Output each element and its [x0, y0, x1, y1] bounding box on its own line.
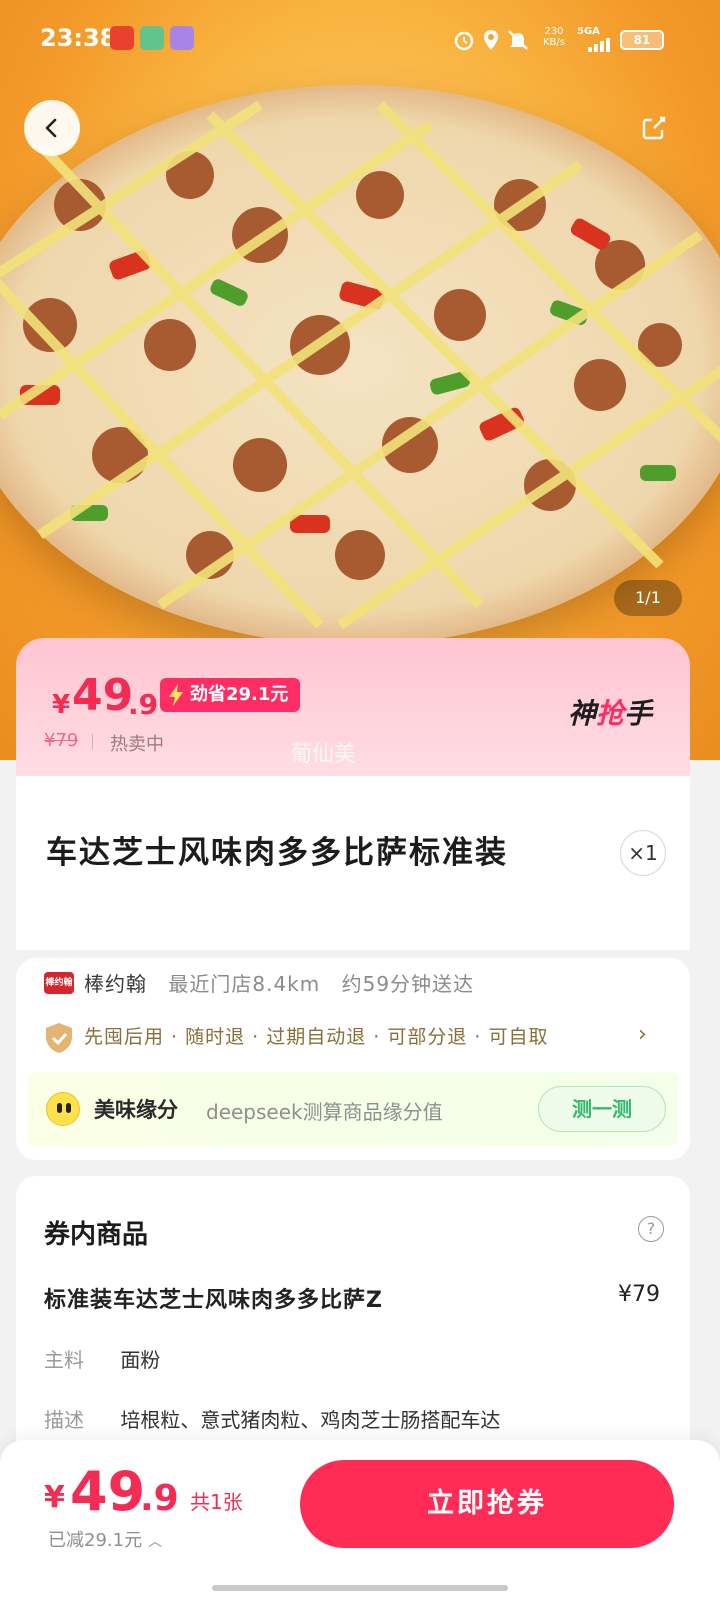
chevron-up-icon: ︿	[148, 1534, 163, 1550]
taste-match-banner: 美味缘分 deepseek测算商品缘分值 测一测	[28, 1072, 678, 1146]
mute-icon	[508, 30, 528, 50]
saved-amount-toggle[interactable]: 已减29.1元 ︿	[48, 1526, 162, 1552]
price-band: ¥ 49 .9 劲省29.1元 ¥79 热卖中 葡仙美 神抢手	[16, 638, 690, 788]
pizza-image	[0, 85, 720, 645]
status-time: 23:38	[40, 24, 117, 52]
share-icon[interactable]	[640, 114, 668, 142]
app-notification-icon	[110, 26, 134, 50]
price-integer: 49	[72, 670, 134, 721]
buy-now-button[interactable]: 立即抢券	[300, 1460, 674, 1548]
total-currency: ¥	[44, 1480, 65, 1515]
user-watermark: 葡仙美	[290, 742, 357, 767]
voucher-count: 共1张	[190, 1490, 243, 1514]
bottom-purchase-bar: ¥ 49 .9 共1张 已减29.1元 ︿ 立即抢券	[0, 1440, 720, 1600]
store-logo: 棒约翰	[44, 972, 74, 994]
location-icon	[484, 30, 498, 50]
quantity-badge: ×1	[620, 830, 666, 876]
store-info-card: 棒约翰 棒约翰 最近门店8.4km 约59分钟送达 先囤后用 · 随时退 · 过…	[16, 958, 690, 1160]
product-page: 23:38 230 KB/s 5GA 81 1/1 ¥ 49 .9 劲省29.1元…	[0, 0, 720, 1600]
nfc-icon	[140, 26, 164, 50]
battery-indicator: 81	[620, 30, 664, 50]
ingredient-value: 面粉	[120, 1348, 161, 1372]
emoji-face-icon	[46, 1092, 80, 1126]
test-match-button[interactable]: 测一测	[538, 1086, 666, 1132]
original-price: ¥79	[44, 730, 79, 751]
hot-sale-label: 热卖中	[110, 734, 164, 755]
home-indicator[interactable]	[212, 1585, 508, 1591]
nearest-store: 最近门店8.4km	[168, 972, 321, 996]
ingredient-label: 主料	[44, 1348, 84, 1372]
pizza-toppings	[0, 100, 720, 630]
discount-badge: 劲省29.1元	[160, 678, 301, 712]
match-description: deepseek测算商品缘分值	[206, 1100, 443, 1124]
alarm-icon	[454, 31, 474, 51]
description-row: 描述 培根粒、意式猪肉粒、鸡肉芝士肠搭配车达	[44, 1404, 500, 1433]
back-button[interactable]	[24, 100, 80, 156]
image-pager: 1/1	[614, 580, 682, 616]
goods-item-name: 标准装车达芝士风味肉多多比萨Z	[44, 1288, 383, 1313]
product-title-card: 车达芝士风味肉多多比萨标准装 ×1	[16, 776, 690, 950]
description-value: 培根粒、意式猪肉粒、鸡肉芝士肠搭配车达	[120, 1408, 501, 1432]
price-decimal: .9	[128, 688, 159, 721]
bolt-icon	[169, 684, 183, 706]
price-separator	[92, 734, 93, 750]
goods-item-price: ¥79	[618, 1282, 660, 1307]
shield-icon	[46, 1023, 72, 1053]
store-line[interactable]: 棒约翰 最近门店8.4km 约59分钟送达	[84, 968, 474, 997]
store-name: 棒约翰	[84, 972, 147, 996]
price-currency: ¥	[52, 690, 71, 720]
signal-bars-icon	[588, 38, 610, 52]
back-arrow-icon	[45, 118, 57, 138]
net-speed: 230 KB/s	[543, 26, 565, 48]
product-title: 车达芝士风味肉多多比萨标准装	[46, 835, 508, 871]
goods-section-title: 券内商品	[44, 1220, 149, 1250]
status-bar: 23:38 230 KB/s 5GA 81	[0, 0, 720, 78]
signal-label: 5GA	[577, 26, 600, 37]
discount-label: 劲省29.1元	[190, 684, 289, 705]
ingredient-row: 主料 面粉	[44, 1344, 160, 1373]
unicom-icon	[170, 26, 194, 50]
total-integer: 49	[70, 1460, 146, 1523]
total-decimal: .9	[140, 1478, 179, 1519]
help-icon[interactable]: ?	[638, 1216, 664, 1242]
voucher-goods-card: 券内商品 ? 标准装车达芝士风味肉多多比萨Z ¥79 主料 面粉 描述 培根粒、…	[16, 1176, 690, 1476]
chevron-right-icon[interactable]: ›	[638, 1022, 647, 1047]
refund-policy[interactable]: 先囤后用 · 随时退 · 过期自动退 · 可部分退 · 可自取	[84, 1022, 548, 1049]
saved-amount: 已减29.1元	[48, 1530, 143, 1551]
description-label: 描述	[44, 1408, 84, 1432]
brand-logo: 神抢手	[568, 697, 653, 730]
delivery-time: 约59分钟送达	[341, 972, 475, 996]
match-title: 美味缘分	[94, 1098, 178, 1122]
